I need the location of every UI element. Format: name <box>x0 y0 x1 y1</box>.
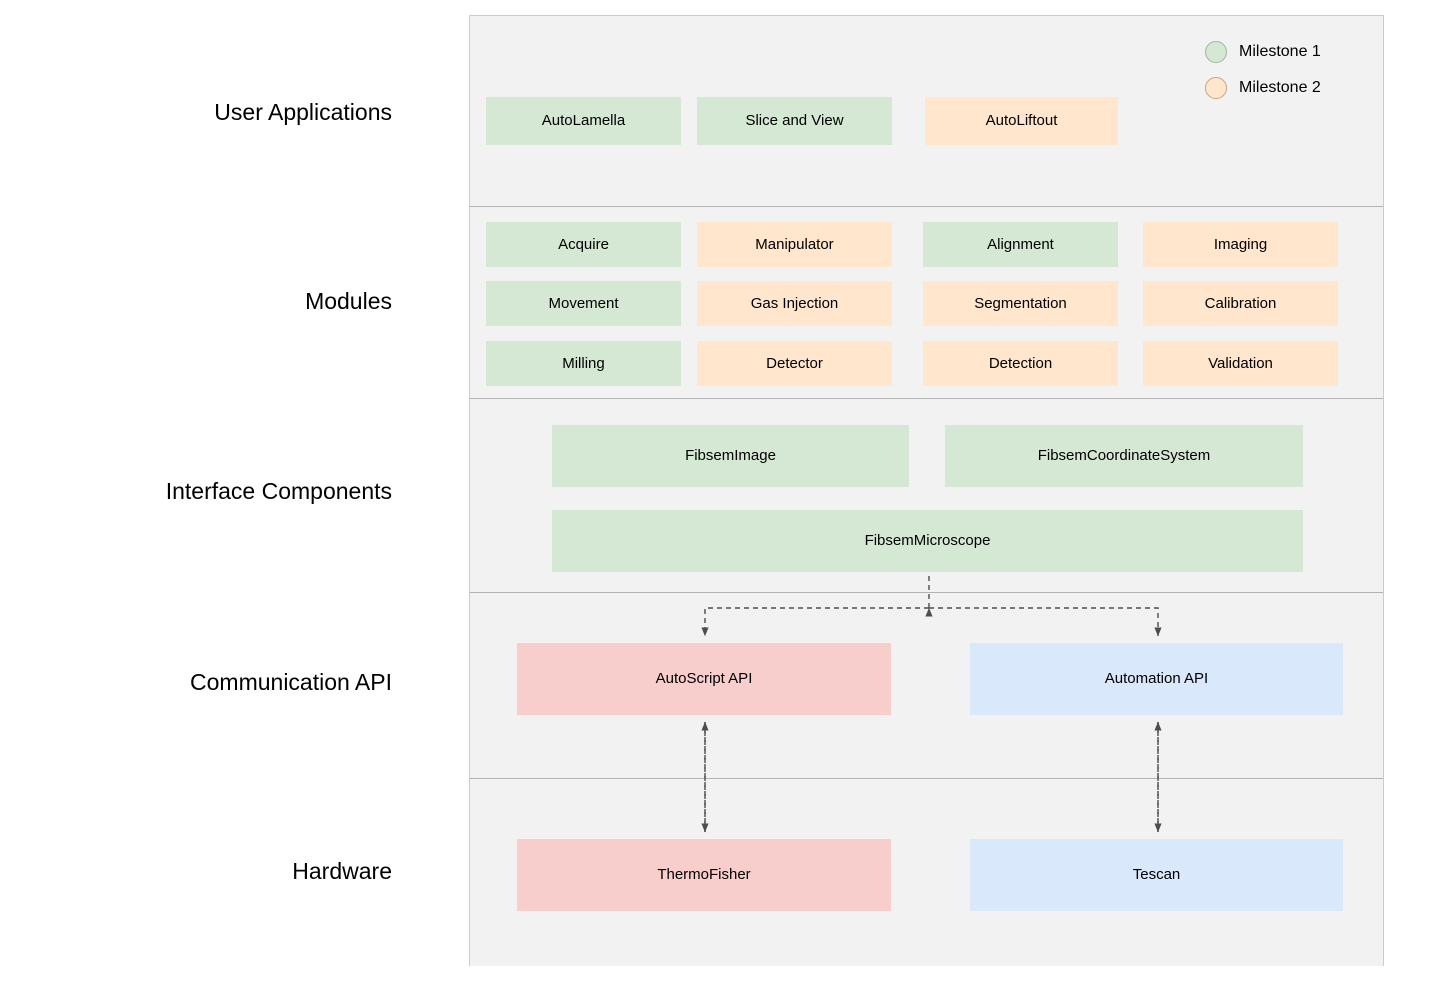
node-autolamella[interactable]: AutoLamella <box>486 97 681 145</box>
legend-label: Milestone 2 <box>1239 79 1321 96</box>
node-manipulator[interactable]: Manipulator <box>697 222 892 267</box>
layer-label-modules: Modules <box>305 288 392 314</box>
node-milling[interactable]: Milling <box>486 341 681 386</box>
legend-item-milestone-2: Milestone 2 <box>1205 70 1375 106</box>
node-fibsemmicroscope[interactable]: FibsemMicroscope <box>552 510 1303 572</box>
circle-icon <box>1205 77 1227 99</box>
layer-label-interface-components: Interface Components <box>165 478 392 504</box>
node-calibration[interactable]: Calibration <box>1143 281 1338 326</box>
node-fibsemcoordinatesystem[interactable]: FibsemCoordinateSystem <box>945 425 1303 487</box>
layer-label-communication-api: Communication API <box>190 669 392 695</box>
circle-icon <box>1205 41 1227 63</box>
node-autoscript-api[interactable]: AutoScript API <box>517 643 891 715</box>
node-automation-api[interactable]: Automation API <box>970 643 1343 715</box>
node-segmentation[interactable]: Segmentation <box>923 281 1118 326</box>
layer-label-column: User Applications Modules Interface Comp… <box>0 0 400 982</box>
node-thermofisher[interactable]: ThermoFisher <box>517 839 891 911</box>
layer-label-user-applications: User Applications <box>214 99 392 125</box>
layer-label-hardware: Hardware <box>292 858 392 884</box>
legend: Milestone 1 Milestone 2 <box>1205 34 1375 106</box>
node-gas-injection[interactable]: Gas Injection <box>697 281 892 326</box>
architecture-diagram: Milestone 1 Milestone 2 AutoLamella Slic… <box>469 15 1384 966</box>
node-tescan[interactable]: Tescan <box>970 839 1343 911</box>
legend-label: Milestone 1 <box>1239 43 1321 60</box>
node-alignment[interactable]: Alignment <box>923 222 1118 267</box>
node-slice-and-view[interactable]: Slice and View <box>697 97 892 145</box>
legend-item-milestone-1: Milestone 1 <box>1205 34 1375 70</box>
node-acquire[interactable]: Acquire <box>486 222 681 267</box>
node-movement[interactable]: Movement <box>486 281 681 326</box>
node-detection[interactable]: Detection <box>923 341 1118 386</box>
node-fibsemimage[interactable]: FibsemImage <box>552 425 909 487</box>
node-validation[interactable]: Validation <box>1143 341 1338 386</box>
node-detector[interactable]: Detector <box>697 341 892 386</box>
node-imaging[interactable]: Imaging <box>1143 222 1338 267</box>
node-autoliftout[interactable]: AutoLiftout <box>925 97 1118 145</box>
